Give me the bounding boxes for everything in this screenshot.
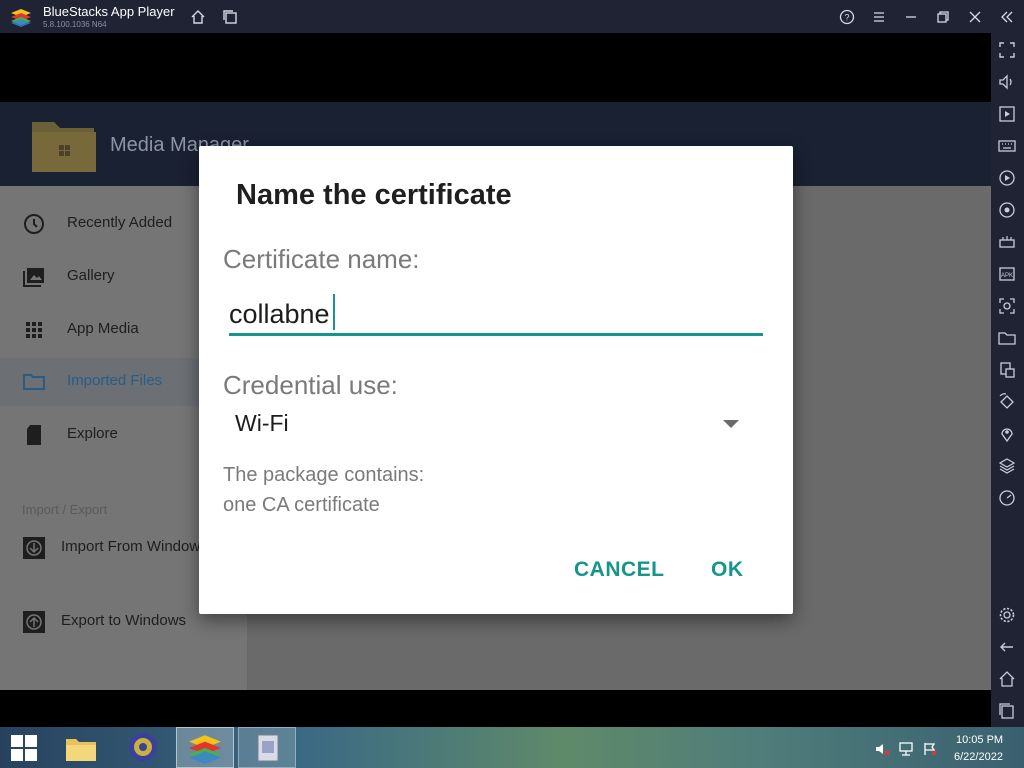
settings-icon[interactable] [997, 605, 1017, 625]
help-icon[interactable]: ? [836, 6, 858, 28]
gallery-icon [23, 268, 44, 287]
taskbar-app[interactable] [238, 727, 296, 768]
text-cursor [333, 294, 335, 330]
drawer-item-label: Import From Windows [61, 538, 208, 555]
clock-icon [24, 214, 44, 234]
windows-logo-icon [11, 735, 37, 761]
drawer-item-label: App Media [67, 320, 139, 337]
recents-icon[interactable] [997, 701, 1017, 721]
media-manager-folder-icon [32, 122, 96, 172]
file-explorer-icon [66, 739, 96, 761]
rotate-icon[interactable] [997, 392, 1017, 412]
volume-muted-icon[interactable] [874, 741, 890, 757]
apk-icon[interactable]: APK [997, 264, 1017, 284]
version-label: 5.8.100.1036 N64 [43, 20, 107, 29]
svg-text:?: ? [844, 13, 849, 23]
collapse-sidebar-icon[interactable] [996, 6, 1018, 28]
drawer-item-label: Imported Files [67, 372, 163, 389]
taskbar-app[interactable] [118, 727, 168, 768]
windows-taskbar [0, 727, 1024, 768]
folder-icon[interactable] [997, 328, 1017, 348]
certificate-name-label: Certificate name: [223, 244, 420, 274]
minimize-icon[interactable] [900, 6, 922, 28]
svg-text:APK: APK [1001, 273, 1013, 279]
bluestacks-logo-icon [11, 9, 31, 27]
location-icon[interactable] [997, 424, 1017, 444]
ok-button[interactable]: OK [711, 558, 744, 582]
package-info-line-2: one CA certificate [223, 494, 380, 516]
keyboard-icon[interactable] [997, 136, 1017, 156]
drawer-item-label: Gallery [67, 267, 115, 284]
folder-icon [23, 374, 45, 390]
home-icon[interactable] [997, 669, 1017, 689]
import-icon [23, 537, 45, 559]
clock-date[interactable]: 6/22/2022 [954, 751, 1003, 763]
window-title: BlueStacks App Player [43, 4, 175, 19]
record-icon[interactable] [997, 168, 1017, 188]
certificate-name-input[interactable] [229, 296, 763, 336]
media-icon[interactable] [997, 104, 1017, 124]
layers-icon[interactable] [997, 456, 1017, 476]
macro-icon[interactable] [997, 200, 1017, 220]
taskbar-file-explorer[interactable] [56, 727, 106, 768]
package-info-line-1: The package contains: [223, 464, 425, 486]
bluestacks-logo-icon [189, 735, 221, 764]
name-certificate-dialog: Name the certificate Certificate name: C… [199, 146, 793, 614]
volume-icon[interactable] [997, 72, 1017, 92]
drawer-item-label: Explore [67, 425, 118, 442]
drawer-item-label: Export to Windows [61, 612, 187, 629]
network-icon[interactable] [898, 741, 914, 757]
cancel-button[interactable]: CANCEL [574, 558, 665, 582]
multi-instance-icon[interactable] [997, 360, 1017, 380]
back-icon[interactable] [997, 637, 1017, 657]
home-icon[interactable] [187, 6, 209, 28]
credential-use-dropdown[interactable]: Wi-Fi [223, 402, 757, 448]
dropdown-arrow-icon [723, 420, 739, 428]
restore-icon[interactable] [932, 6, 954, 28]
drawer-item-label: Recently Added [67, 214, 173, 231]
app-globe-icon [129, 733, 157, 761]
clock-time[interactable]: 10:05 PM [956, 734, 1003, 746]
dialog-title: Name the certificate [236, 179, 512, 211]
section-title: Import / Export [22, 502, 108, 517]
taskbar-bluestacks[interactable] [176, 727, 234, 768]
screenshot-icon[interactable] [997, 296, 1017, 316]
credential-use-label: Credential use: [223, 370, 398, 400]
action-center-flag-icon[interactable] [922, 741, 938, 757]
gamepad-icon[interactable] [997, 232, 1017, 252]
export-icon [23, 611, 45, 633]
app-document-icon [257, 734, 279, 762]
multi-instance-icon[interactable] [219, 6, 241, 28]
sdcard-icon [27, 425, 41, 445]
grid-icon [26, 322, 42, 338]
title-bar: BlueStacks App Player 5.8.100.1036 N64 ? [0, 0, 1024, 33]
credential-use-value: Wi-Fi [235, 410, 289, 436]
eco-mode-icon[interactable] [997, 488, 1017, 508]
fullscreen-icon[interactable] [997, 40, 1017, 60]
start-button[interactable] [0, 727, 46, 768]
close-icon[interactable] [964, 6, 986, 28]
right-sidebar: APK [991, 33, 1024, 727]
menu-icon[interactable] [868, 6, 890, 28]
